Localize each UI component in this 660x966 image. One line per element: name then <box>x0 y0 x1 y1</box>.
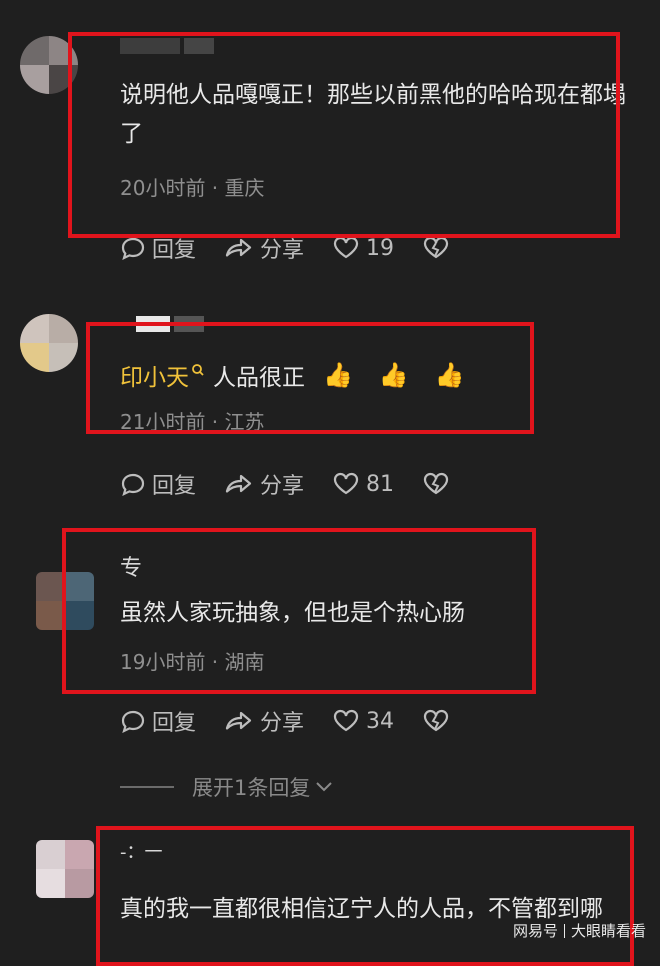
share-label: 分享 <box>260 238 305 263</box>
comment-2: 印小天 人品很正 👍 👍 👍 21小时前 · 江苏 回复 分享 81 <box>0 300 660 520</box>
broken-heart-icon <box>423 236 449 259</box>
author-name[interactable]: 印小天 <box>120 358 189 392</box>
reply-icon <box>121 473 145 496</box>
author-name[interactable]: 专 <box>120 550 142 582</box>
thumbs-up-emoji: 👍 <box>434 361 465 389</box>
avatar[interactable] <box>36 840 94 898</box>
comment-actions: 回复 分享 19 <box>120 232 478 264</box>
like-button[interactable]: 81 <box>332 472 394 497</box>
reply-button[interactable]: 回复 <box>120 232 196 264</box>
reply-icon <box>121 237 145 260</box>
broken-heart-icon <box>423 472 449 495</box>
comment-line: 印小天 人品很正 👍 👍 👍 <box>120 358 465 392</box>
comment-actions: 回复 分享 81 <box>120 468 478 500</box>
avatar[interactable] <box>20 314 78 372</box>
reply-button[interactable]: 回复 <box>120 468 196 500</box>
broken-heart-icon <box>423 709 449 732</box>
reply-label: 回复 <box>152 711 197 736</box>
author-name-blurred[interactable] <box>120 38 214 54</box>
share-label: 分享 <box>260 711 305 736</box>
thumbs-up-emoji: 👍 <box>378 361 409 389</box>
comment-3: 专 虽然人家玩抽象，但也是个热心肠 19小时前 · 湖南 回复 分享 34 <box>0 530 660 750</box>
avatar[interactable] <box>36 572 94 630</box>
thumbs-up-emoji: 👍 <box>323 361 353 389</box>
like-count: 34 <box>366 708 395 734</box>
dislike-button[interactable] <box>422 709 450 733</box>
watermark: 网易号 大眼睛看看 <box>513 920 646 941</box>
watermark-separator <box>563 923 565 938</box>
chevron-down-icon <box>316 782 333 792</box>
comment-meta: 21小时前 · 江苏 <box>120 410 265 434</box>
heart-icon <box>333 236 359 259</box>
comment-meta: 20小时前 · 重庆 <box>120 176 265 200</box>
share-button[interactable]: 分享 <box>224 468 304 500</box>
comment-text: 人品很正 <box>213 365 305 391</box>
author-badge-blurred <box>136 316 204 332</box>
search-icon <box>192 364 204 376</box>
reply-icon <box>121 710 145 733</box>
watermark-right: 大眼睛看看 <box>570 922 646 940</box>
reply-label: 回复 <box>152 238 197 263</box>
like-button[interactable]: 19 <box>332 236 394 261</box>
like-count: 19 <box>366 235 395 261</box>
comment-actions: 回复 分享 34 <box>120 705 478 737</box>
comment-text: 虽然人家玩抽象，但也是个热心肠 <box>120 600 465 626</box>
avatar[interactable] <box>20 36 78 94</box>
reply-button[interactable]: 回复 <box>120 705 196 737</box>
share-button[interactable]: 分享 <box>224 705 304 737</box>
share-icon <box>225 474 252 493</box>
dislike-button[interactable] <box>422 236 450 260</box>
comment-text: 说明他人品嘎嘎正！那些以前黑他的哈哈现在都塌了 <box>120 82 626 147</box>
reply-label: 回复 <box>152 474 197 499</box>
share-button[interactable]: 分享 <box>224 232 304 264</box>
expand-replies-button[interactable]: 展开1条回复 <box>120 772 334 802</box>
comment-1: 说明他人品嘎嘎正！那些以前黑他的哈哈现在都塌了 20小时前 · 重庆 回复 分享… <box>0 0 660 290</box>
expand-replies-label: 展开1条回复 <box>192 776 311 800</box>
share-icon <box>225 711 252 730</box>
like-count: 81 <box>366 471 395 497</box>
like-button[interactable]: 34 <box>332 709 394 734</box>
author-name[interactable]: -：一 <box>120 838 163 864</box>
dislike-button[interactable] <box>422 472 450 496</box>
comment-meta: 19小时前 · 湖南 <box>120 650 265 674</box>
share-icon <box>225 238 252 257</box>
heart-icon <box>333 472 359 495</box>
heart-icon <box>333 709 359 732</box>
watermark-left: 网易号 <box>512 922 558 940</box>
divider-line <box>120 786 174 788</box>
share-label: 分享 <box>260 474 305 499</box>
